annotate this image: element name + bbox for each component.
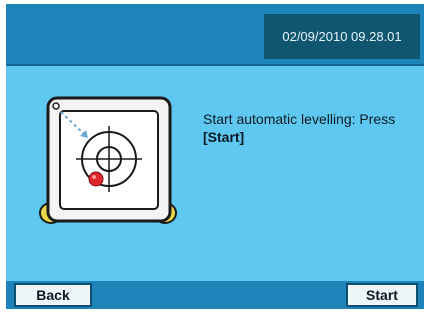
level-bubble-icon (88, 171, 104, 187)
content-area: Start automatic levelling: Press [Start] (6, 66, 424, 281)
screen: 02/09/2010 09.28.01 Start automatic leve… (6, 4, 424, 309)
header-bar: 02/09/2010 09.28.01 (6, 4, 424, 66)
level-indicator-icon (39, 96, 177, 224)
footer-bar: Back Start (6, 281, 424, 309)
instruction-key-hint: [Start] (203, 129, 245, 145)
datetime-display: 02/09/2010 09.28.01 (264, 14, 420, 59)
instruction-message: Start automatic levelling: Press [Start] (203, 110, 413, 146)
instruction-text: Start automatic levelling: Press (203, 111, 396, 127)
start-button[interactable]: Start (346, 283, 418, 307)
back-button[interactable]: Back (14, 283, 92, 307)
corner-dot-icon (52, 102, 60, 110)
